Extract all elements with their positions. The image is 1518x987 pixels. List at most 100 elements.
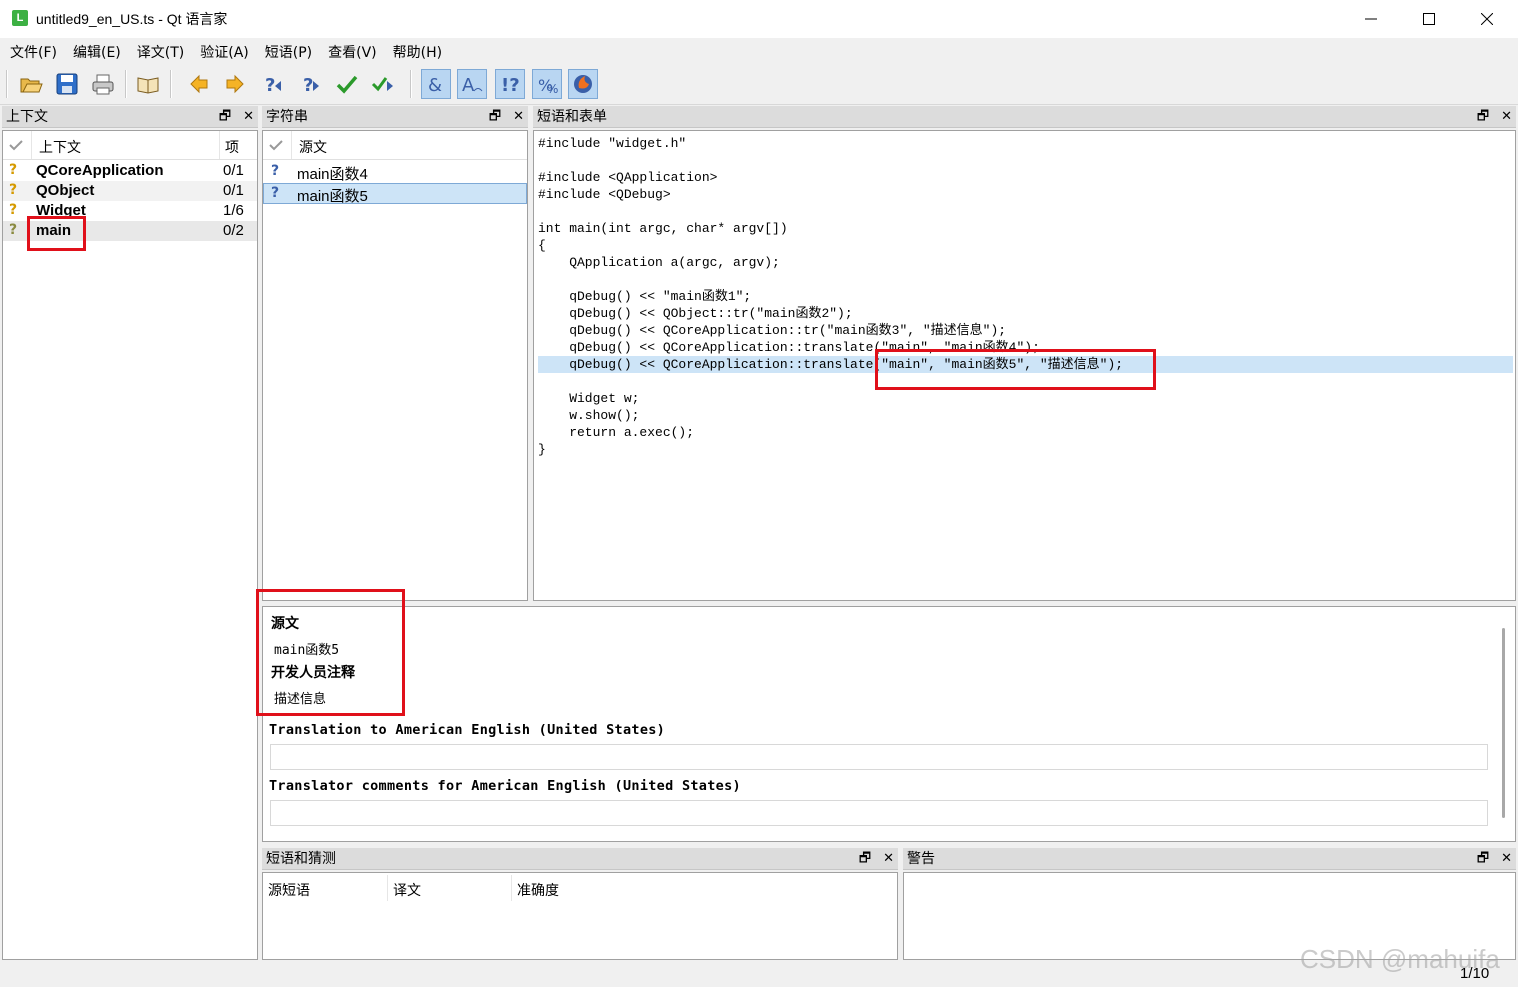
save-button[interactable] <box>52 69 82 99</box>
svg-text:%: % <box>547 82 558 96</box>
column-source[interactable]: 源文 <box>299 137 327 157</box>
float-icon[interactable]: 🗗 <box>1477 848 1489 870</box>
translation-input[interactable] <box>270 744 1488 770</box>
code-line: #include <QApplication> <box>538 170 718 185</box>
menu-file[interactable]: 文件(F) <box>0 42 65 62</box>
next-unfinished-button[interactable]: ? <box>296 69 326 99</box>
punctuation-check-button[interactable]: A <box>457 69 487 99</box>
close-icon[interactable]: ✕ <box>513 106 524 128</box>
strings-list-header: 源文 <box>263 131 527 160</box>
warnings-dock-header: 警告 🗗 ✕ <box>903 848 1516 870</box>
context-dock-header: 上下文 🗗 ✕ <box>2 106 258 128</box>
menu-view[interactable]: 查看(V) <box>320 42 385 62</box>
window-title: untitled9_en_US.ts - Qt 语言家 <box>36 11 228 27</box>
sources-dock-title: 短语和表单 <box>537 109 607 125</box>
open-file-button[interactable] <box>16 69 46 99</box>
close-icon[interactable]: ✕ <box>1501 848 1512 870</box>
menu-help[interactable]: 帮助(H) <box>385 42 450 62</box>
code-line: qDebug() << "main函数1"; <box>538 289 752 304</box>
length-check-button[interactable] <box>568 69 598 99</box>
warnings-dock: 警告 🗗 ✕ <box>903 848 1516 870</box>
column-source-phrase[interactable]: 源短语 <box>268 880 310 900</box>
menu-bar: 文件(F) 编辑(E) 译文(T) 验证(A) 短语(P) 查看(V) 帮助(H… <box>0 38 1518 66</box>
strings-dock: 字符串 🗗 ✕ <box>262 106 528 128</box>
phrases-list[interactable]: 源短语 译文 准确度 <box>262 872 898 960</box>
translator-comments-input[interactable] <box>270 800 1488 826</box>
phrases-dock: 短语和猜测 🗗 ✕ <box>262 848 898 870</box>
toolbar-separator <box>125 70 127 98</box>
close-window-button[interactable] <box>1458 0 1516 38</box>
toolbar-separator <box>410 70 412 98</box>
column-divider <box>219 131 220 159</box>
phrase-book-button[interactable] <box>133 69 163 99</box>
strings-dock-header: 字符串 🗗 ✕ <box>262 106 528 128</box>
minimize-button[interactable] <box>1342 0 1400 38</box>
question-arrow-right-icon: ? <box>303 75 319 96</box>
unfinished-question-icon: ? <box>8 202 18 218</box>
code-line: return a.exec(); <box>538 425 695 440</box>
done-button[interactable] <box>332 69 362 99</box>
context-dock: 上下文 🗗 ✕ <box>2 106 258 128</box>
letter-a-icon: A <box>462 75 483 96</box>
annotation-box <box>875 349 1156 390</box>
close-icon[interactable]: ✕ <box>243 106 254 128</box>
maximize-icon <box>1423 13 1435 25</box>
context-row[interactable]: ? QObject 0/1 <box>3 181 257 201</box>
placeholder-check-button[interactable]: %% <box>532 69 562 99</box>
check-column-icon <box>9 140 23 151</box>
menu-phrases[interactable]: 短语(P) <box>257 42 320 62</box>
done-and-next-button[interactable] <box>368 69 398 99</box>
float-icon[interactable]: 🗗 <box>489 106 501 128</box>
context-list-header: 上下文 项 <box>3 131 257 160</box>
checkmark-icon <box>336 75 358 94</box>
exclamation-question-icon: !? <box>501 75 520 96</box>
annotation-box <box>27 216 86 251</box>
code-line: #include <QDebug> <box>538 187 671 202</box>
close-icon[interactable]: ✕ <box>883 848 894 870</box>
arrow-left-icon <box>190 74 208 94</box>
string-row-selected[interactable]: ? main函数5 <box>263 183 527 205</box>
float-icon[interactable]: 🗗 <box>1477 106 1489 128</box>
strings-list[interactable]: 源文 ? main函数4 ? main函数5 <box>262 130 528 601</box>
previous-button[interactable] <box>184 69 214 99</box>
code-line: { <box>538 238 546 253</box>
context-list[interactable]: 上下文 项 ? QCoreApplication 0/1 ? QObject 0… <box>2 130 258 960</box>
string-row[interactable]: ? main函数4 <box>263 162 527 183</box>
annotation-box <box>256 589 405 716</box>
svg-text:!?: !? <box>501 75 520 96</box>
code-line: qDebug() << QObject::tr("main函数2"); <box>538 306 853 321</box>
context-count: 0/1 <box>223 182 244 199</box>
column-items[interactable]: 项 <box>225 137 239 157</box>
float-icon[interactable]: 🗗 <box>859 848 871 870</box>
menu-edit[interactable]: 编辑(E) <box>65 42 129 62</box>
context-row[interactable]: ? QCoreApplication 0/1 <box>3 161 257 181</box>
next-button[interactable] <box>220 69 250 99</box>
title-bar <box>0 0 1518 38</box>
menu-validation[interactable]: 验证(A) <box>192 42 257 62</box>
accelerator-check-button[interactable]: & <box>421 69 451 99</box>
ampersand-icon: & <box>428 75 442 96</box>
phrases-dock-header: 短语和猜测 🗗 ✕ <box>262 848 898 870</box>
warnings-dock-title: 警告 <box>907 851 935 867</box>
open-book-icon <box>137 77 159 94</box>
unfinished-question-icon: ? <box>270 163 280 179</box>
previous-unfinished-button[interactable]: ? <box>258 69 288 99</box>
sources-dock-header: 短语和表单 🗗 ✕ <box>533 106 1516 128</box>
column-context[interactable]: 上下文 <box>39 137 81 157</box>
column-accuracy[interactable]: 准确度 <box>517 880 559 900</box>
svg-text:&: & <box>428 75 442 96</box>
print-button[interactable] <box>88 69 118 99</box>
editor-scrollbar[interactable] <box>1502 628 1505 818</box>
context-count: 0/1 <box>223 162 244 179</box>
code-line: QApplication a(argc, argv); <box>538 255 780 270</box>
close-icon <box>1481 13 1493 25</box>
code-line: } <box>538 442 546 457</box>
sources-dock: 短语和表单 🗗 ✕ <box>533 106 1516 128</box>
close-icon[interactable]: ✕ <box>1501 106 1512 128</box>
menu-translation[interactable]: 译文(T) <box>129 42 192 62</box>
folder-open-icon <box>20 78 43 93</box>
maximize-button[interactable] <box>1400 0 1458 38</box>
float-icon[interactable]: 🗗 <box>219 106 231 128</box>
column-translation[interactable]: 译文 <box>393 880 421 900</box>
phrase-check-button[interactable]: !? <box>495 69 525 99</box>
